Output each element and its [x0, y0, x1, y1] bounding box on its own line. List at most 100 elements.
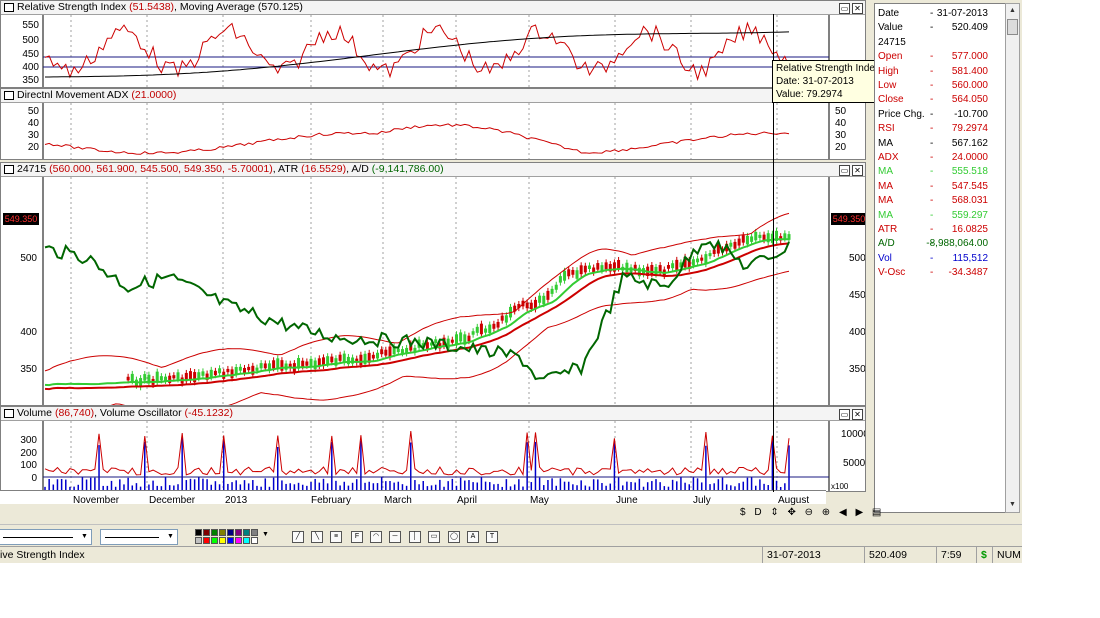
time-axis[interactable]: November December 2013 February March Ap…: [0, 490, 826, 506]
adx-tick: 50: [28, 106, 40, 117]
candle: [479, 323, 483, 335]
line-width-select[interactable]: ▼: [100, 529, 178, 545]
data-window-label: MA: [878, 209, 893, 221]
candle: [143, 374, 147, 381]
chevron-down-icon[interactable]: ▼: [262, 531, 269, 538]
adx-plot: 50 40 30 20 50 40 30 20: [28, 103, 847, 159]
candle: [741, 235, 745, 243]
candle: [675, 259, 679, 271]
data-window-label: Date: [878, 8, 900, 19]
adx-pane[interactable]: Directnl Movement ADX (21.0000) 50 40 30…: [0, 88, 866, 160]
minimize-icon[interactable]: ▭: [839, 165, 850, 176]
data-window-row: MA - 568.031: [878, 195, 988, 209]
color-swatch[interactable]: [235, 537, 242, 544]
data-window-label: High: [878, 65, 899, 77]
candle: [159, 376, 163, 381]
pane-checkbox-icon[interactable]: [4, 91, 14, 100]
pane-checkbox-icon[interactable]: [4, 409, 14, 418]
scroll-down-icon[interactable]: ▼: [1006, 498, 1019, 512]
color-swatch[interactable]: [251, 537, 258, 544]
atr-label: , ATR: [272, 163, 299, 175]
color-swatch[interactable]: [211, 529, 218, 536]
candle: [546, 290, 550, 300]
candle: [625, 262, 629, 273]
rsi-tick: 400: [22, 62, 39, 73]
candle: [783, 233, 787, 239]
candle: [346, 356, 350, 365]
price-ohlc: (560.000, 561.900, 545.500, 549.350, -5.…: [49, 163, 273, 175]
color-swatch[interactable]: [235, 529, 242, 536]
candle: [696, 258, 700, 263]
pane-checkbox-icon[interactable]: [4, 3, 14, 12]
chart-navigation[interactable]: $ D ⇕ ✥ ⊖ ⊕ ◀ ▶ ▤: [740, 507, 884, 521]
price-tick: 500: [20, 253, 37, 264]
price-plot: 549.350 549.350 500 400 350 500 450 400 …: [3, 177, 866, 405]
volume-pane[interactable]: Volume (86,740), Volume Oscillator (-45.…: [0, 406, 866, 492]
color-swatch[interactable]: [243, 537, 250, 544]
time-label: December: [149, 495, 196, 506]
data-window-value: 520.409: [951, 22, 988, 34]
data-window-label: MA: [878, 137, 893, 149]
chevron-down-icon[interactable]: ▼: [78, 530, 91, 544]
data-window-dash: -: [930, 195, 934, 207]
last-price-right: 549.350: [833, 214, 866, 224]
status-date: 31-07-2013: [762, 547, 832, 563]
line-style-select[interactable]: ▼: [0, 529, 92, 545]
ray-line-icon[interactable]: ╲: [311, 531, 323, 543]
fibonacci-icon[interactable]: F: [351, 531, 363, 543]
chevron-down-icon[interactable]: ▼: [164, 530, 177, 544]
color-swatch[interactable]: [227, 537, 234, 544]
color-swatch[interactable]: [211, 537, 218, 544]
data-window-dash: -: [930, 209, 934, 221]
color-swatch[interactable]: [203, 529, 210, 536]
vertical-line-icon[interactable]: │: [409, 531, 421, 543]
scroll-up-icon[interactable]: ▲: [1006, 4, 1019, 18]
volume-tick: 0: [31, 473, 37, 484]
color-palette[interactable]: [195, 529, 265, 545]
data-window-label: 24715: [878, 36, 906, 48]
candle: [338, 354, 342, 361]
horizontal-line-icon[interactable]: ─: [389, 531, 401, 543]
close-icon[interactable]: ✕: [852, 165, 863, 176]
color-swatch[interactable]: [251, 529, 258, 536]
candle: [243, 367, 247, 373]
candle: [484, 328, 488, 333]
rsi-tick: 500: [22, 35, 39, 46]
color-swatch[interactable]: [243, 529, 250, 536]
minimize-icon[interactable]: ▭: [839, 409, 850, 420]
data-window-row: MA - 555.518: [878, 166, 988, 180]
scroll-thumb[interactable]: [1007, 19, 1018, 35]
label-tool-icon[interactable]: T: [486, 531, 498, 543]
color-swatch[interactable]: [195, 529, 202, 536]
color-swatch[interactable]: [219, 537, 226, 544]
pane-checkbox-icon[interactable]: [4, 165, 14, 174]
ellipse-icon[interactable]: ◯: [448, 531, 460, 543]
color-swatch[interactable]: [203, 537, 210, 544]
price-pane[interactable]: 24715 (560.000, 561.900, 545.500, 549.35…: [0, 162, 866, 406]
data-window-scrollbar[interactable]: ▲ ▼: [1005, 3, 1020, 513]
data-window[interactable]: Date -31-07-2013 Value -520.409 24715 Open -57…: [874, 3, 1006, 513]
color-swatch[interactable]: [227, 529, 234, 536]
arc-icon[interactable]: ◠: [370, 531, 382, 543]
candle: [587, 265, 591, 269]
color-swatch[interactable]: [195, 537, 202, 544]
candle: [363, 353, 367, 365]
close-icon[interactable]: ✕: [852, 3, 863, 14]
text-tool-icon[interactable]: A: [467, 531, 479, 543]
candle: [729, 242, 733, 247]
data-window-label: V-Osc: [878, 267, 906, 279]
rectangle-icon[interactable]: ▭: [428, 531, 440, 543]
trend-line-icon[interactable]: ╱: [292, 531, 304, 543]
channel-icon[interactable]: ≡: [330, 531, 342, 543]
candle: [691, 259, 695, 266]
rsi-pane[interactable]: Relative Strength Index (51.5438), Movin…: [0, 0, 866, 88]
price-tick: 350: [20, 364, 37, 375]
rsi-value: (51.5438): [129, 1, 175, 13]
data-window-value: 564.050: [951, 94, 988, 106]
close-icon[interactable]: ✕: [852, 409, 863, 420]
volume-tick: 300: [20, 435, 37, 446]
data-window-dash: -: [930, 180, 934, 192]
color-swatch[interactable]: [219, 529, 226, 536]
minimize-icon[interactable]: ▭: [839, 3, 850, 14]
price-pane-header: 24715 (560.000, 561.900, 545.500, 549.35…: [1, 163, 865, 177]
